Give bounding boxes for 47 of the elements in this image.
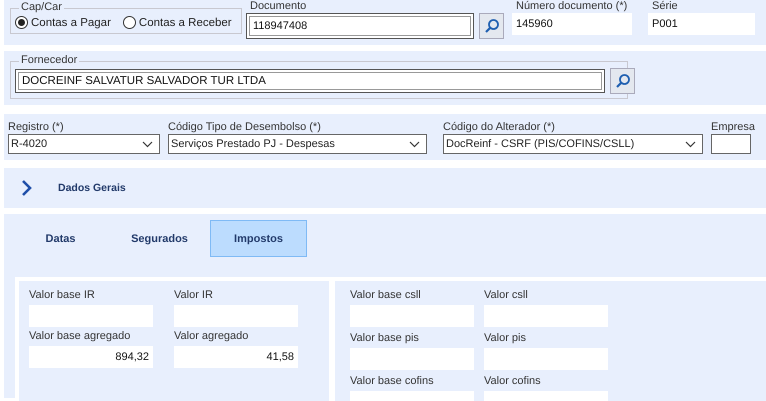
field-label: Registro (*) — [8, 121, 65, 134]
supplier-field[interactable]: DOCREINF SALVATUR SALVADOR TUR LTDA — [15, 69, 605, 93]
dropdown[interactable] — [711, 134, 751, 154]
field-label: Valor base agregado — [29, 330, 132, 343]
field-label: Número documento (*) — [516, 0, 628, 13]
field-label: Valor agregado — [174, 330, 250, 343]
field-label: Valor pis — [484, 332, 527, 345]
dropdown[interactable]: DocReinf - CSRF (PIS/COFINS/CSLL) — [443, 134, 703, 154]
chevron-down-icon — [685, 140, 696, 148]
field-label: Código Tipo de Desembolso (*) — [168, 121, 322, 134]
field-label: Valor base csll — [350, 289, 422, 302]
group-label: Fornecedor — [19, 54, 80, 66]
radio-label: Contas a Pagar — [31, 16, 111, 28]
dropdown[interactable]: Serviços Prestado PJ - Despesas — [168, 134, 427, 154]
field-label: Série — [652, 0, 679, 13]
section-header[interactable]: Dados Gerais — [4, 168, 766, 208]
radio-button[interactable] — [122, 16, 136, 29]
search-icon — [614, 73, 630, 89]
field-label: Documento — [250, 0, 308, 13]
tab[interactable]: Segurados — [109, 220, 210, 257]
chevron-down-icon — [142, 140, 153, 148]
document-number-field[interactable]: 145960 — [512, 13, 632, 35]
field-label: Valor base cofins — [350, 375, 435, 388]
search-button[interactable] — [479, 13, 504, 39]
section-title: Dados Gerais — [58, 182, 126, 194]
field-label: Valor csll — [484, 289, 529, 302]
chevron-down-icon — [409, 140, 420, 148]
tab[interactable]: Datas — [12, 220, 109, 257]
dropdown[interactable]: R-4020 — [8, 134, 160, 154]
tab[interactable]: Impostos — [210, 220, 307, 257]
group-label: Cap/Car — [19, 1, 64, 13]
radio-option[interactable]: Contas a Pagar — [15, 16, 111, 29]
field-label: Código do Alterador (*) — [443, 121, 556, 134]
radio-label: Contas a Receber — [138, 16, 232, 28]
radio-button[interactable] — [15, 16, 28, 29]
search-icon — [484, 18, 500, 34]
field-label: Valor IR — [174, 289, 214, 302]
field-label: Valor base IR — [29, 289, 96, 302]
field-label: Valor base pis — [350, 332, 420, 345]
search-button[interactable] — [610, 68, 635, 94]
value-field[interactable]: 894,32 — [29, 346, 153, 368]
series-field[interactable]: P001 — [648, 13, 755, 35]
radio-option[interactable]: Contas a Receber — [122, 16, 232, 29]
value-field[interactable]: 41,58 — [174, 346, 298, 368]
field-label: Valor cofins — [484, 375, 542, 388]
document-field[interactable]: 118947408 — [246, 13, 474, 39]
field-label: Empresa — [711, 121, 756, 134]
